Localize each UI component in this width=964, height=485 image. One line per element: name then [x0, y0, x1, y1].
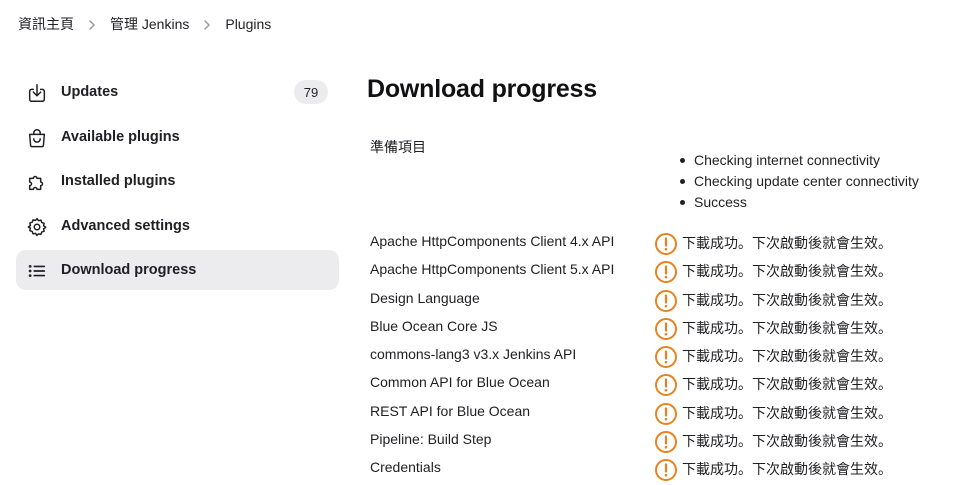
plugin-status-text: 下載成功。下次啟動後就會生效。 — [682, 348, 892, 365]
plugin-status-text: 下載成功。下次啟動後就會生效。 — [682, 319, 892, 336]
plugin-status-row: Credentials 下載成功。下次啟動後就會生效。 — [370, 456, 950, 484]
list-icon — [26, 260, 48, 282]
warning-circle-icon — [654, 289, 678, 313]
updates-count-badge: 79 — [294, 80, 328, 104]
download-icon — [26, 82, 48, 104]
puzzle-icon — [26, 171, 48, 193]
plugin-name: Design Language — [370, 289, 480, 306]
warning-circle-icon — [654, 430, 678, 454]
sidebar-item-updates[interactable]: Updates 79 — [16, 72, 339, 112]
plugin-status-row: Apache HttpComponents Client 5.x API 下載成… — [370, 258, 950, 286]
plugin-status-text: 下載成功。下次啟動後就會生效。 — [682, 235, 892, 251]
sidebar-item-download-progress[interactable]: Download progress — [16, 250, 339, 290]
sidebar: Updates 79 Available plugins Installed p… — [16, 72, 339, 295]
plugin-name: Credentials — [370, 459, 441, 476]
sidebar-item-advanced-settings[interactable]: Advanced settings — [16, 206, 339, 246]
plugin-status-text: 下載成功。下次啟動後就會生效。 — [682, 404, 892, 421]
plugin-status-text: 下載成功。下次啟動後就會生效。 — [682, 263, 892, 280]
plugin-status-text: 下載成功。下次啟動後就會生效。 — [682, 461, 892, 478]
preparation-checks-list: Checking internet connectivity Checking … — [680, 150, 919, 213]
warning-circle-icon — [654, 373, 678, 397]
shopping-bag-icon — [26, 127, 48, 149]
list-item: Checking update center connectivity — [680, 171, 919, 192]
plugin-status-row: Pipeline: Build Step 下載成功。下次啟動後就會生效。 — [370, 428, 950, 456]
plugin-name: Common API for Blue Ocean — [370, 374, 550, 391]
gear-icon — [26, 216, 48, 238]
plugin-status-row: commons-lang3 v3.x Jenkins API 下載成功。下次啟動… — [370, 343, 950, 371]
plugin-name: Apache HttpComponents Client 5.x API — [370, 261, 615, 278]
plugin-status-row: REST API for Blue Ocean 下載成功。下次啟動後就會生效。 — [370, 400, 950, 428]
plugin-name: Blue Ocean Core JS — [370, 317, 498, 334]
plugin-status-text: 下載成功。下次啟動後就會生效。 — [682, 376, 892, 393]
sidebar-item-available-plugins[interactable]: Available plugins — [16, 117, 339, 157]
plugin-status-text: 下載成功。下次啟動後就會生效。 — [682, 433, 892, 450]
sidebar-item-label: Available plugins — [61, 128, 180, 145]
chevron-right-icon — [82, 16, 102, 32]
plugin-name: Pipeline: Build Step — [370, 431, 492, 448]
sidebar-item-installed-plugins[interactable]: Installed plugins — [16, 161, 339, 201]
plugin-name: Apache HttpComponents Client 4.x API — [370, 233, 615, 249]
sidebar-item-label: Download progress — [61, 262, 197, 278]
warning-circle-icon — [654, 260, 678, 284]
breadcrumb-dashboard-link[interactable]: 資訊主頁 — [18, 14, 74, 34]
plugin-status-row: Apache HttpComponents Client 4.x API 下載成… — [370, 230, 950, 258]
plugin-status-row: Design Language 下載成功。下次啟動後就會生效。 — [370, 287, 950, 315]
sidebar-item-label: Updates — [61, 84, 119, 100]
plugin-status-text: 下載成功。下次啟動後就會生效。 — [682, 291, 892, 308]
list-item: Success — [680, 192, 919, 213]
plugin-status-row: Common API for Blue Ocean 下載成功。下次啟動後就會生效… — [370, 371, 950, 399]
warning-circle-icon — [654, 402, 678, 426]
plugin-status-row: Blue Ocean Core JS 下載成功。下次啟動後就會生效。 — [370, 315, 950, 343]
breadcrumb: 資訊主頁 管理 Jenkins Plugins — [18, 14, 271, 34]
breadcrumb-plugins-link[interactable]: Plugins — [225, 16, 271, 32]
warning-circle-icon — [654, 232, 678, 256]
chevron-right-icon — [197, 16, 217, 32]
plugin-status-list: Apache HttpComponents Client 4.x API 下載成… — [370, 230, 950, 485]
plugin-name: commons-lang3 v3.x Jenkins API — [370, 346, 577, 363]
breadcrumb-manage-jenkins-link[interactable]: 管理 Jenkins — [110, 14, 189, 34]
sidebar-item-label: Advanced settings — [61, 217, 190, 234]
preparation-label: 準備項目 — [370, 139, 426, 155]
warning-circle-icon — [654, 458, 678, 482]
warning-circle-icon — [654, 345, 678, 369]
plugin-name: REST API for Blue Ocean — [370, 402, 531, 419]
list-item: Checking internet connectivity — [680, 150, 919, 171]
warning-circle-icon — [654, 317, 678, 341]
page-title: Download progress — [367, 75, 597, 103]
sidebar-item-label: Installed plugins — [61, 173, 176, 189]
